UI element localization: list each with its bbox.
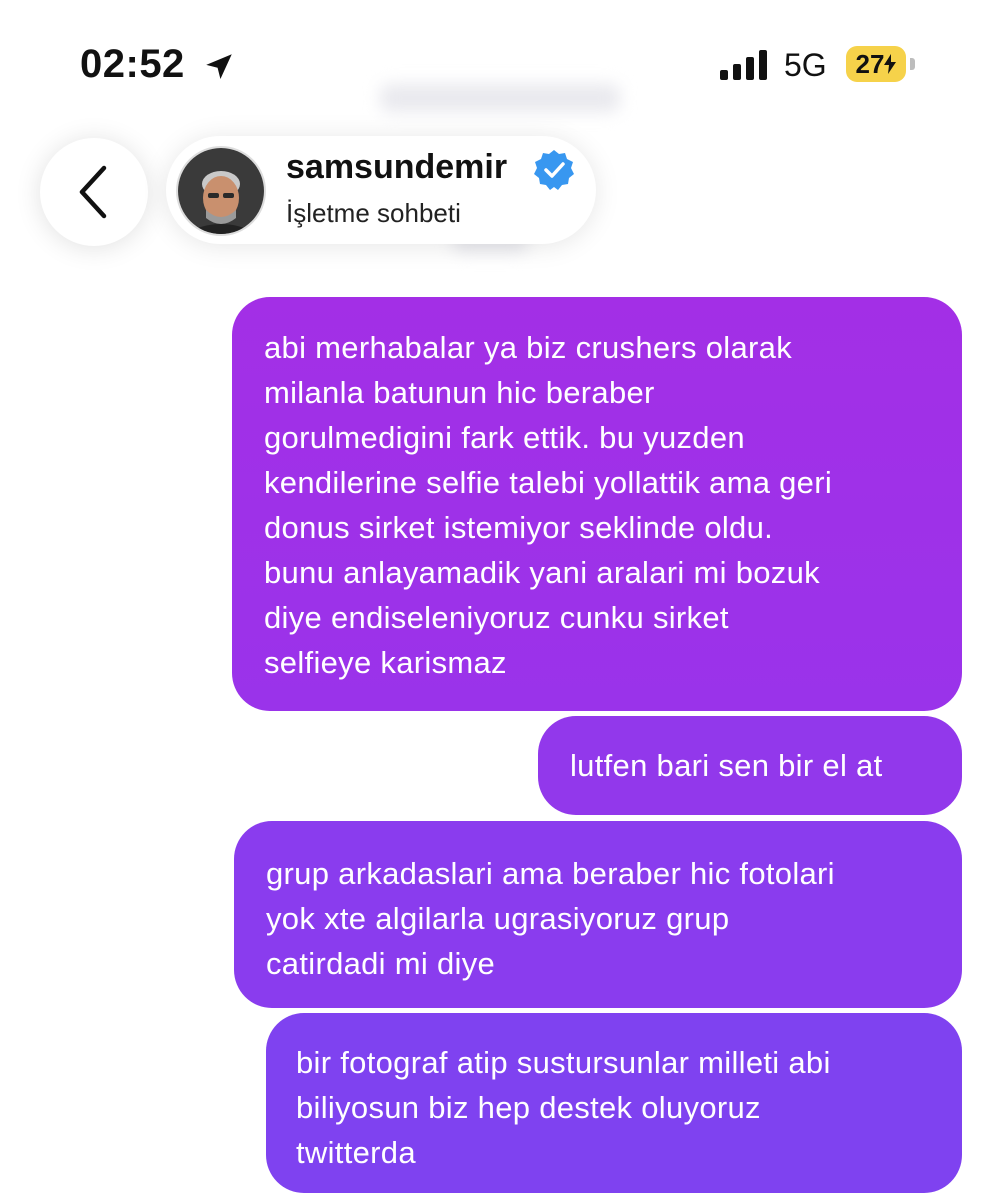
- network-type: 5G: [784, 47, 827, 83]
- message-bubble[interactable]: lutfen bari sen bir el at: [538, 716, 962, 815]
- message-bubble[interactable]: grup arkadaslari ama beraber hic fotolar…: [234, 821, 962, 1008]
- message-bubble[interactable]: abi merhabalar ya biz crushers olarak mi…: [232, 297, 962, 711]
- avatar[interactable]: [176, 146, 266, 236]
- back-button[interactable]: [40, 138, 148, 246]
- location-arrow-icon: [206, 54, 232, 80]
- chevron-left-icon: [79, 165, 107, 219]
- avatar-image: [178, 148, 264, 234]
- blurred-area: [380, 84, 620, 112]
- username[interactable]: samsundemir: [286, 148, 507, 187]
- battery-level: 27: [855, 48, 885, 79]
- verified-badge-icon: [534, 150, 574, 190]
- chat-type-label: İşletme sohbeti: [286, 198, 461, 228]
- battery-tip: [910, 58, 915, 70]
- charging-icon: [884, 54, 897, 74]
- status-time: 02:52: [80, 42, 185, 86]
- message-bubble[interactable]: bir fotograf atip sustursunlar milleti a…: [266, 1013, 962, 1193]
- signal-icon: [720, 50, 767, 80]
- battery-indicator: 27: [846, 46, 906, 82]
